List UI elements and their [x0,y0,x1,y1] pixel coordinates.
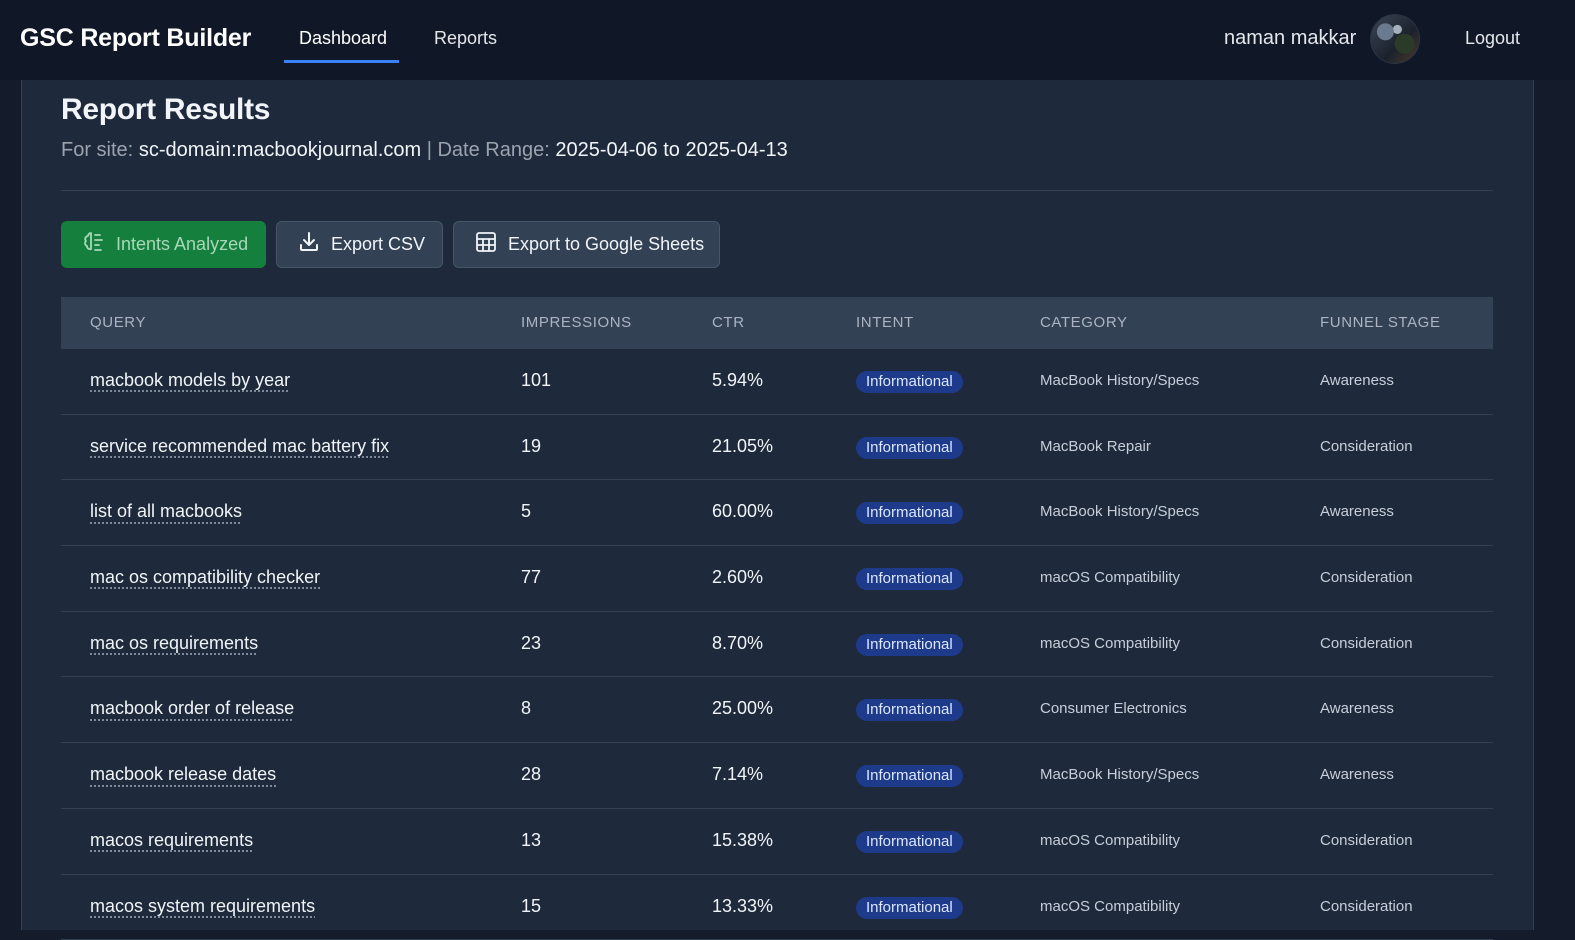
intent-badge: Informational [856,634,963,656]
impressions-cell: 8 [521,698,531,719]
category-cell: macOS Compatibility [1040,635,1180,652]
ctr-cell: 21.05% [712,436,773,457]
ctr-cell: 7.14% [712,764,763,785]
date-label: Date Range: [437,139,549,161]
category-cell: macOS Compatibility [1040,898,1180,915]
funnel-stage-cell: Consideration [1320,898,1413,915]
category-cell: MacBook Repair [1040,438,1151,455]
column-header-funnel-stage: FUNNEL STAGE [1320,314,1441,331]
intents-analyzed-label: Intents Analyzed [116,234,248,255]
intents-analyzed-button[interactable]: Intents Analyzed [61,221,266,268]
nav-reports[interactable]: Reports [434,28,497,49]
intent-badge: Informational [856,699,963,721]
export-google-sheets-label: Export to Google Sheets [508,234,704,255]
impressions-cell: 19 [521,436,541,457]
query-link[interactable]: service recommended mac battery fix [90,436,389,457]
intent-badge: Informational [856,765,963,787]
intent-badge: Informational [856,897,963,919]
category-cell: MacBook History/Specs [1040,372,1199,389]
ctr-cell: 15.38% [712,830,773,851]
intent-badge: Informational [856,502,963,524]
impressions-cell: 13 [521,830,541,851]
app-brand[interactable]: GSC Report Builder [20,24,251,53]
funnel-stage-cell: Consideration [1320,832,1413,849]
impressions-cell: 101 [521,370,551,391]
ctr-cell: 13.33% [712,896,773,917]
query-link[interactable]: macbook order of release [90,698,294,719]
funnel-stage-cell: Consideration [1320,438,1413,455]
impressions-cell: 28 [521,764,541,785]
user-name: naman makkar [1224,27,1356,50]
report-subtitle: For site: sc-domain:macbookjournal.com |… [61,139,788,162]
intent-badge: Informational [856,371,963,393]
nav-dashboard[interactable]: Dashboard [299,28,387,49]
column-header-category: CATEGORY [1040,314,1128,331]
subtitle-separator: | [427,139,432,161]
export-csv-button[interactable]: Export CSV [276,221,443,268]
ctr-cell: 60.00% [712,501,773,522]
funnel-stage-cell: Awareness [1320,700,1394,717]
column-header-impressions: IMPRESSIONS [521,314,632,331]
ctr-cell: 25.00% [712,698,773,719]
site-value: sc-domain:macbookjournal.com [139,139,421,161]
table-row: macbook order of release 8 25.00% Inform… [61,677,1493,743]
table-row: macos system requirements 15 13.33% Info… [61,875,1493,940]
funnel-stage-cell: Awareness [1320,503,1394,520]
table-row: list of all macbooks 5 60.00% Informatio… [61,480,1493,546]
category-cell: MacBook History/Specs [1040,766,1199,783]
funnel-stage-cell: Awareness [1320,372,1394,389]
query-link[interactable]: macbook models by year [90,370,290,391]
site-label: For site: [61,139,133,161]
column-header-intent: INTENT [856,314,914,331]
table-row: mac os requirements 23 8.70% Information… [61,612,1493,678]
query-link[interactable]: macos requirements [90,830,253,851]
ctr-cell: 2.60% [712,567,763,588]
spreadsheet-icon [474,230,498,259]
column-header-ctr: CTR [712,314,745,331]
category-cell: macOS Compatibility [1040,569,1180,586]
funnel-stage-cell: Consideration [1320,569,1413,586]
impressions-cell: 5 [521,501,531,522]
top-navbar: GSC Report Builder Dashboard Reports nam… [0,0,1575,80]
brain-icon [82,230,106,259]
table-row: service recommended mac battery fix 19 2… [61,415,1493,481]
page-title: Report Results [61,93,270,127]
date-value: 2025-04-06 to 2025-04-13 [555,139,787,161]
export-google-sheets-button[interactable]: Export to Google Sheets [453,221,720,268]
avatar[interactable] [1370,14,1420,64]
impressions-cell: 15 [521,896,541,917]
query-link[interactable]: macos system requirements [90,896,315,917]
category-cell: MacBook History/Specs [1040,503,1199,520]
table-row: mac os compatibility checker 77 2.60% In… [61,546,1493,612]
category-cell: macOS Compatibility [1040,832,1180,849]
funnel-stage-cell: Consideration [1320,635,1413,652]
column-header-query: QUERY [90,314,146,331]
download-icon [297,230,321,259]
ctr-cell: 8.70% [712,633,763,654]
impressions-cell: 77 [521,567,541,588]
funnel-stage-cell: Awareness [1320,766,1394,783]
table-row: macbook models by year 101 5.94% Informa… [61,349,1493,415]
query-link[interactable]: mac os requirements [90,633,258,654]
category-cell: Consumer Electronics [1040,700,1187,717]
logout-button[interactable]: Logout [1465,28,1520,49]
export-csv-label: Export CSV [331,234,425,255]
intent-badge: Informational [856,831,963,853]
table-header: QUERY IMPRESSIONS CTR INTENT CATEGORY FU… [61,297,1493,349]
query-link[interactable]: list of all macbooks [90,501,242,522]
query-link[interactable]: mac os compatibility checker [90,567,320,588]
table-row: macos requirements 13 15.38% Information… [61,809,1493,875]
divider [61,190,1493,191]
impressions-cell: 23 [521,633,541,654]
intent-badge: Informational [856,437,963,459]
query-link[interactable]: macbook release dates [90,764,276,785]
intent-badge: Informational [856,568,963,590]
ctr-cell: 5.94% [712,370,763,391]
table-row: macbook release dates 28 7.14% Informati… [61,743,1493,809]
results-table: QUERY IMPRESSIONS CTR INTENT CATEGORY FU… [61,297,1493,940]
active-nav-indicator [284,60,399,63]
